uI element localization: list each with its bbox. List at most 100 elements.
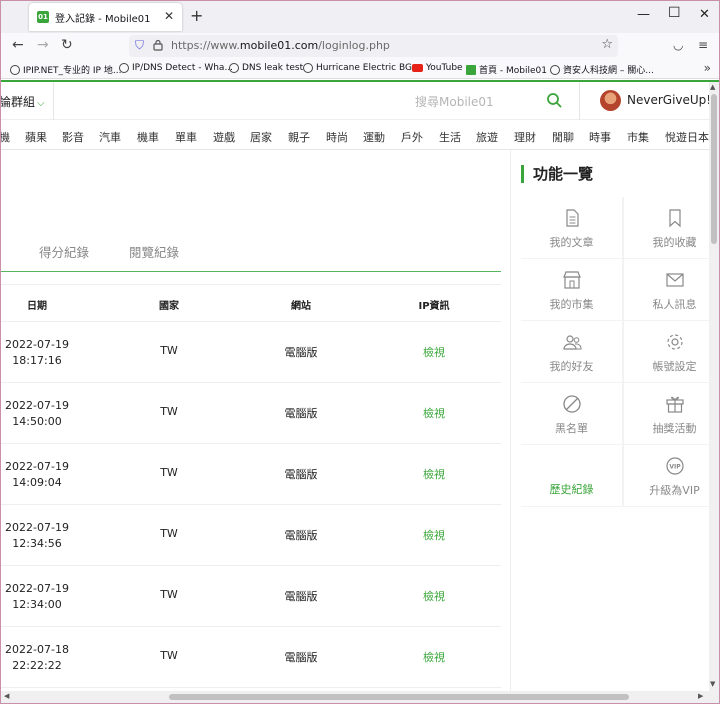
pocket-icon[interactable]: ◡ xyxy=(673,38,683,52)
table-row: 2022-07-19 14:50:00 TW 電腦版 檢視 xyxy=(1,383,501,444)
category-item[interactable]: 悅遊日本 xyxy=(665,129,709,145)
window-close-icon[interactable]: ✕ xyxy=(699,7,710,22)
my-friends-button[interactable]: 我的好友 xyxy=(521,321,622,382)
history-button[interactable]: 歷史紀錄 xyxy=(521,445,622,506)
bookmark-item[interactable]: IPIP.NET_专业的 IP 地... xyxy=(10,63,121,76)
divider xyxy=(579,82,580,120)
upgrade-vip-button[interactable]: VIP 升級為VIP xyxy=(624,445,709,506)
category-item[interactable]: 機 xyxy=(1,129,10,145)
category-item[interactable]: 生活 xyxy=(439,129,461,145)
view-ip-link[interactable]: 檢視 xyxy=(423,344,445,360)
category-item[interactable]: 時事 xyxy=(589,129,611,145)
scroll-up-icon[interactable]: ▲ xyxy=(710,83,715,91)
scroll-thumb[interactable] xyxy=(169,694,629,700)
search-input[interactable]: 搜尋Mobile01 xyxy=(415,93,494,110)
my-market-button[interactable]: 我的市集 xyxy=(521,259,622,320)
view-ip-link[interactable]: 檢視 xyxy=(423,527,445,543)
login-datetime: 2022-07-19 14:50:00 xyxy=(5,399,69,428)
category-item[interactable]: 居家 xyxy=(250,129,272,145)
globe-icon xyxy=(119,63,129,73)
category-item[interactable]: 蘋果 xyxy=(25,129,47,145)
tracking-shield-icon[interactable]: ⛉ xyxy=(135,38,144,53)
my-favorites-button[interactable]: 我的收藏 xyxy=(624,197,709,258)
bookmark-item[interactable]: IP/DNS Detect - Wha... xyxy=(119,63,233,73)
globe-icon xyxy=(303,63,313,73)
category-item[interactable]: 機車 xyxy=(137,129,159,145)
vertical-scrollbar[interactable]: ▲ ▼ xyxy=(709,82,719,691)
category-item[interactable]: 市集 xyxy=(627,129,649,145)
category-item[interactable]: 運動 xyxy=(363,129,385,145)
globe-icon xyxy=(10,64,20,75)
forum-groups-menu[interactable]: 論群組 ⌵ xyxy=(1,93,45,110)
block-icon xyxy=(562,395,581,413)
bookmarks-toolbar: IPIP.NET_专业的 IP 地... IP/DNS Detect - Wha… xyxy=(1,59,719,79)
my-articles-button[interactable]: 我的文章 xyxy=(521,197,622,258)
navigation-bar: ← → ↻ ⛉ https://www.mobile01.com/loginlo… xyxy=(1,33,719,59)
minimize-icon[interactable]: — xyxy=(637,7,650,22)
login-datetime: 2022-07-19 14:09:04 xyxy=(5,460,69,489)
category-item[interactable]: 影音 xyxy=(62,129,84,145)
back-icon[interactable]: ← xyxy=(12,37,24,53)
close-tab-icon[interactable]: ✕ xyxy=(164,9,174,23)
username[interactable]: NeverGiveUp!! xyxy=(627,93,709,107)
menu-icon[interactable]: ≡ xyxy=(698,38,708,52)
category-item[interactable]: 遊戲 xyxy=(213,129,235,145)
new-tab-icon[interactable]: + xyxy=(190,6,203,25)
forward-icon[interactable]: → xyxy=(37,37,49,53)
bookmark-item[interactable]: DNS leak test xyxy=(229,63,303,73)
url-bar[interactable]: ⛉ https://www.mobile01.com/loginlog.php … xyxy=(129,35,618,57)
horizontal-scrollbar[interactable]: ◀ ▶ xyxy=(1,691,719,703)
mail-icon xyxy=(665,273,684,287)
browser-tab[interactable]: 01 登入記錄 - Mobile01 ✕ xyxy=(29,3,182,31)
site-cell: 電腦版 xyxy=(284,529,318,542)
table-row: 2022-07-19 12:34:56 TW 電腦版 檢視 xyxy=(1,505,501,566)
category-item[interactable]: 戶外 xyxy=(401,129,423,145)
bookmark-item[interactable]: YouTube xyxy=(412,63,463,73)
view-ip-link[interactable]: 檢視 xyxy=(423,588,445,604)
url-text[interactable]: https://www.mobile01.com/loginlog.php xyxy=(171,39,390,52)
search-icon[interactable] xyxy=(546,92,562,108)
category-nav: 機 蘋果 影音 汽車 機車 單車 遊戲 居家 親子 時尚 運動 戶外 生活 旅遊… xyxy=(1,120,709,150)
category-item[interactable]: 旅遊 xyxy=(476,129,498,145)
category-item[interactable]: 理財 xyxy=(514,129,536,145)
bookmark-item[interactable]: Hurricane Electric BG... xyxy=(303,63,421,73)
reload-icon[interactable]: ↻ xyxy=(61,37,73,53)
grid-label: 我的收藏 xyxy=(652,236,697,249)
scroll-thumb[interactable] xyxy=(711,94,717,244)
maximize-icon[interactable]: ☐ xyxy=(668,5,681,21)
tab-score-record[interactable]: 得分紀錄 xyxy=(39,242,89,261)
category-item[interactable]: 時尚 xyxy=(326,129,348,145)
lottery-button[interactable]: 抽獎活動 xyxy=(624,383,709,444)
more-bookmarks-icon[interactable]: » xyxy=(704,61,711,75)
view-ip-link[interactable]: 檢視 xyxy=(423,405,445,421)
private-messages-button[interactable]: 私人訊息 xyxy=(624,259,709,320)
blacklist-button[interactable]: 黑名單 xyxy=(521,383,622,444)
lock-icon[interactable] xyxy=(153,39,163,51)
login-datetime: 2022-07-18 22:22:22 xyxy=(5,643,69,672)
scroll-down-icon[interactable]: ▼ xyxy=(710,680,715,688)
view-ip-link[interactable]: 檢視 xyxy=(423,649,445,665)
grid-label: 帳號設定 xyxy=(652,360,697,373)
category-item[interactable]: 汽車 xyxy=(99,129,121,145)
scroll-left-icon[interactable]: ◀ xyxy=(4,692,9,700)
category-item[interactable]: 閒聊 xyxy=(552,129,574,145)
vip-icon: VIP xyxy=(665,457,684,475)
view-ip-link[interactable]: 檢視 xyxy=(423,466,445,482)
bookmark-item[interactable]: 首頁 - Mobile01 xyxy=(466,63,547,76)
site-cell: 電腦版 xyxy=(284,346,318,359)
category-item[interactable]: 親子 xyxy=(288,129,310,145)
scroll-right-icon[interactable]: ▶ xyxy=(698,692,703,700)
avatar[interactable] xyxy=(600,90,621,111)
site-cell: 電腦版 xyxy=(284,407,318,420)
tab-strip: 01 登入記錄 - Mobile01 ✕ + — ☐ ✕ xyxy=(1,1,719,33)
globe-icon xyxy=(550,64,560,75)
table-row: 2022-07-19 14:09:04 TW 電腦版 檢視 xyxy=(1,444,501,505)
category-item[interactable]: 單車 xyxy=(175,129,197,145)
bookmark-item[interactable]: 資安人科技網 – 關心... xyxy=(550,63,654,76)
account-settings-button[interactable]: 帳號設定 xyxy=(624,321,709,382)
tab-title: 登入記錄 - Mobile01 xyxy=(55,13,151,25)
bookmark-star-icon[interactable]: ☆ xyxy=(601,37,613,52)
column-header-date: 日期 xyxy=(27,301,47,312)
login-datetime: 2022-07-19 12:34:56 xyxy=(5,521,69,550)
tab-browse-record[interactable]: 閱覽紀錄 xyxy=(129,242,179,261)
